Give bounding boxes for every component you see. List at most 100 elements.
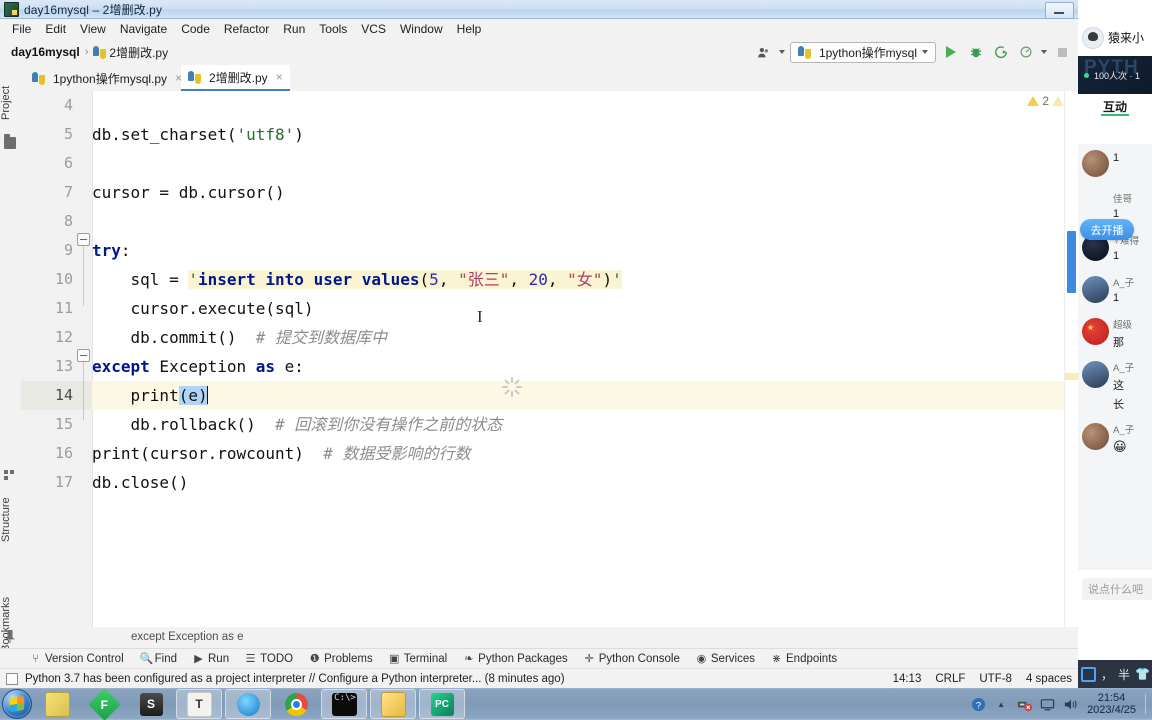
network-icon[interactable] — [1016, 696, 1032, 712]
close-icon[interactable]: × — [276, 70, 283, 84]
tab-label: 1python操作mysql.py — [53, 71, 168, 86]
taskbar-item-sticky-notes[interactable] — [35, 690, 79, 718]
search-icon: 🔍 — [139, 653, 154, 665]
debug-icon[interactable] — [966, 42, 986, 62]
profile-icon[interactable] — [1016, 42, 1036, 62]
user-settings-icon[interactable] — [754, 42, 774, 62]
list-item[interactable]: A_子 1 — [1078, 270, 1152, 312]
tool-endpoints[interactable]: ⋇ Endpoints — [771, 652, 837, 666]
file-explorer-icon — [380, 691, 406, 717]
code-line-17: db.close() — [92, 473, 189, 492]
tab-python-icon — [188, 70, 201, 84]
menu-edit[interactable]: Edit — [38, 20, 73, 38]
show-desktop-button[interactable] — [1145, 694, 1146, 714]
line-number: 17 — [54, 473, 73, 491]
line-separator[interactable]: CRLF — [935, 673, 965, 685]
menu-run[interactable]: Run — [276, 20, 312, 38]
menu-refactor[interactable]: Refactor — [217, 20, 276, 38]
tool-problems[interactable]: ❶ Problems — [309, 652, 373, 666]
tab-1python-mysql[interactable]: 1python操作mysql.py × — [25, 65, 189, 91]
menu-vcs[interactable]: VCS — [354, 20, 393, 38]
ime-half-width[interactable]: 半 — [1118, 666, 1130, 683]
clock[interactable]: 21:54 2023/4/25 — [1085, 692, 1138, 716]
list-item[interactable]: A_子 这 长 — [1078, 355, 1152, 417]
breadcrumb-file[interactable]: 2增删改.py — [109, 44, 168, 61]
taskbar-item-cmd[interactable]: C:\> — [321, 689, 367, 719]
tool-label: Terminal — [403, 652, 448, 665]
taskbar-item-sublime[interactable]: S — [129, 690, 173, 718]
volume-icon[interactable] — [1062, 696, 1078, 712]
go-live-button[interactable]: 去开播 — [1080, 219, 1134, 240]
chat-list[interactable]: 1 佳哥 1 ♀难得 1 A_子 1 超级 那 A_子 这 长 A_子 😀 — [1078, 144, 1152, 570]
taskbar-item-pycharm[interactable]: PC — [419, 689, 465, 719]
tool-version-control[interactable]: ⑂ Version Control — [30, 653, 123, 665]
file-encoding[interactable]: UTF-8 — [979, 673, 1012, 685]
run-icon[interactable] — [941, 42, 961, 62]
code-line-13: except Exception as e: — [92, 357, 304, 376]
avatar — [1082, 276, 1109, 303]
menu-help[interactable]: Help — [450, 20, 489, 38]
list-item[interactable]: A_子 😀 — [1078, 417, 1152, 460]
sidebar-item-structure[interactable]: Structure — [0, 485, 21, 555]
code-line-11: cursor.execute(sql) — [92, 299, 314, 318]
list-item[interactable]: 超级 那 — [1078, 312, 1152, 355]
chat-text: 1 — [1113, 250, 1120, 262]
tab-python-icon — [32, 71, 45, 85]
loading-spinner — [502, 377, 522, 397]
minimize-button[interactable] — [1045, 2, 1074, 19]
taskbar-item-360[interactable] — [225, 689, 271, 719]
tool-find[interactable]: 🔍 Find — [139, 652, 177, 666]
indent-setting[interactable]: 4 spaces — [1026, 673, 1072, 685]
menu-view[interactable]: View — [73, 20, 113, 38]
tool-python-console[interactable]: ✛ Python Console — [584, 652, 680, 666]
code-editor[interactable]: 4 5 6 7 8 9 10 11 12 13 14 15 16 17 db.s… — [21, 91, 1078, 627]
more-run-actions-caret[interactable] — [1041, 50, 1047, 54]
display-icon[interactable] — [1039, 696, 1055, 712]
taskbar-item-explorer[interactable] — [370, 689, 416, 719]
menu-tools[interactable]: Tools — [312, 20, 354, 38]
menu-navigate[interactable]: Navigate — [113, 20, 174, 38]
ime-comma[interactable]: ， — [1101, 666, 1113, 683]
menu-file[interactable]: File — [5, 20, 38, 38]
list-item[interactable]: 1 — [1078, 144, 1152, 186]
chat-text: 😀 — [1113, 439, 1127, 454]
live-banner[interactable]: PYTH 100人次 · 1 — [1078, 56, 1152, 94]
tool-python-packages[interactable]: ❧ Python Packages — [463, 652, 568, 666]
tool-run[interactable]: ▶ Run — [193, 652, 229, 666]
tool-services[interactable]: ◉ Services — [696, 652, 755, 666]
fold-marker-except[interactable] — [77, 349, 90, 362]
packages-icon: ❧ — [464, 653, 474, 665]
event-log-icon[interactable] — [6, 672, 18, 685]
chat-author: A_子 — [1113, 425, 1135, 436]
tab-2zengshangai[interactable]: 2增删改.py × — [181, 65, 290, 91]
editor-scrollbar[interactable] — [1064, 91, 1078, 627]
taskbar-item-tim[interactable]: T — [176, 689, 222, 719]
stop-icon[interactable] — [1052, 42, 1072, 62]
menu-window[interactable]: Window — [393, 20, 450, 38]
sidebar-item-project[interactable]: Project — [0, 73, 21, 133]
fold-marker-try[interactable] — [77, 233, 90, 246]
chat-author: A_子 — [1113, 278, 1135, 289]
inspection-status[interactable]: 2 — [1027, 94, 1064, 108]
tab-label: 互动 — [1102, 99, 1127, 114]
tool-terminal[interactable]: ▣ Terminal — [389, 652, 448, 666]
help-icon[interactable]: ? — [970, 696, 986, 712]
run-with-coverage-icon[interactable] — [991, 42, 1011, 62]
taskbar-item-chrome[interactable] — [274, 690, 318, 718]
ime-mode-icon[interactable] — [1081, 666, 1096, 682]
caret-position[interactable]: 14:13 — [893, 673, 922, 685]
start-button[interactable] — [2, 689, 32, 719]
tool-todo[interactable]: ☰ TODO — [245, 652, 293, 666]
chat-input[interactable]: 说点什么吧 — [1082, 578, 1152, 600]
scrollbar-thumb[interactable] — [1067, 231, 1076, 293]
chrome-icon — [284, 692, 308, 716]
tray-expand-arrow-icon[interactable]: ▲ — [993, 696, 1009, 712]
menu-code[interactable]: Code — [174, 20, 217, 38]
status-message[interactable]: Python 3.7 has been configured as a proj… — [25, 673, 565, 685]
run-configuration-selector[interactable]: 1python操作mysql — [789, 41, 936, 63]
user-dropdown-caret[interactable] — [778, 50, 785, 54]
ime-skin-icon[interactable]: 👕 — [1135, 667, 1150, 681]
breadcrumb-project[interactable]: day16mysql — [11, 45, 80, 59]
tab-interaction[interactable]: 互动 — [1078, 94, 1152, 118]
taskbar-item-foxmail[interactable]: F — [82, 687, 126, 720]
